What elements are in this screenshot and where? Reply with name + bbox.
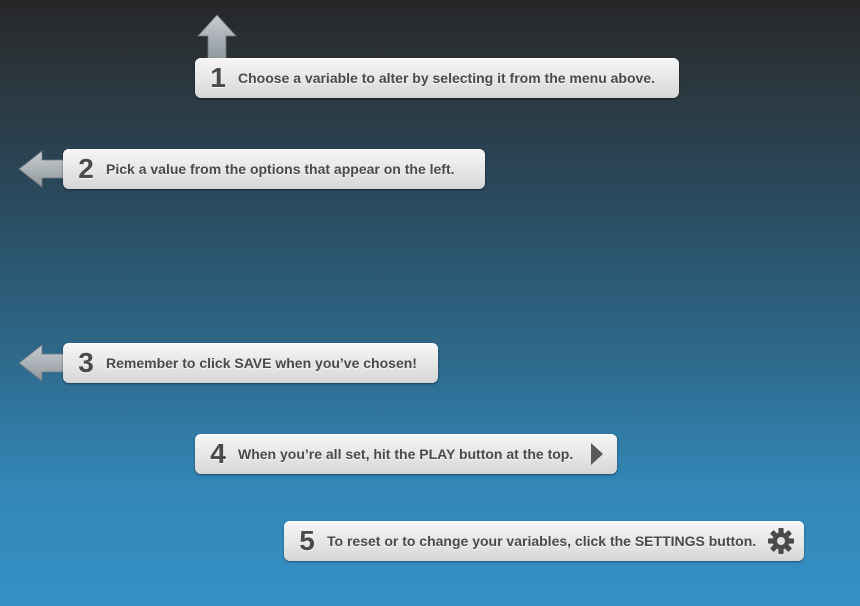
instruction-step-1: 1 Choose a variable to alter by selectin… <box>195 58 679 98</box>
arrow-left-icon <box>18 150 66 188</box>
step-text: When you’re all set, hit the PLAY button… <box>238 446 574 462</box>
step-number: 2 <box>78 153 94 184</box>
step-text: Choose a variable to alter by selecting … <box>238 70 655 86</box>
arrow-up-icon <box>197 14 237 60</box>
step-text: To reset or to change your variables, cl… <box>327 533 757 549</box>
arrow-left-icon <box>18 344 66 382</box>
gear-icon <box>768 528 794 554</box>
step-text: Remember to click SAVE when you’ve chose… <box>106 355 417 371</box>
play-icon <box>591 443 603 465</box>
instruction-step-3: 3 Remember to click SAVE when you’ve cho… <box>63 343 438 383</box>
instruction-step-2: 2 Pick a value from the options that app… <box>63 149 485 189</box>
instruction-step-5: 5 To reset or to change your variables, … <box>284 521 804 561</box>
step-number: 5 <box>299 525 315 556</box>
instruction-step-4: 4 When you’re all set, hit the PLAY butt… <box>195 434 617 474</box>
step-number: 4 <box>210 438 226 469</box>
step-number: 3 <box>78 347 94 378</box>
step-number: 1 <box>210 62 226 93</box>
step-text: Pick a value from the options that appea… <box>106 161 455 177</box>
